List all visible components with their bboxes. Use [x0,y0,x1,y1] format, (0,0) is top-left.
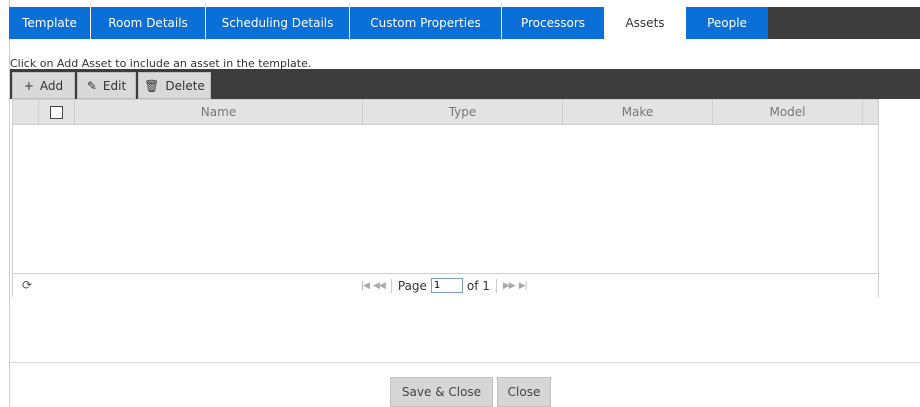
pager-separator [495,278,497,293]
tab-custom-properties[interactable]: Custom Properties [350,7,502,39]
column-header-type[interactable]: Type [363,100,563,124]
trash-icon: 🗑 [144,78,160,93]
select-all-checkbox[interactable] [50,105,63,119]
grid-pager: ⟳ |◀ ◀◀ Page of 1 ▶▶ ▶| [13,273,878,297]
header-spacer [13,100,39,124]
page-label: Page [397,278,427,293]
column-header-make[interactable]: Make [563,100,713,124]
add-label: Add [39,78,64,93]
tab-bar: Template Room Details Scheduling Details… [9,7,920,39]
asset-toolbar: + Add ✎ Edit 🗑 Delete [10,69,920,99]
edit-button[interactable]: ✎ Edit [77,72,136,99]
save-close-label: Save & Close [401,385,482,399]
column-header-model[interactable]: Model [713,100,863,124]
add-button[interactable]: + Add [12,72,75,99]
assets-grid: Name Type Make Model ⟳ |◀ ◀◀ Page of 1 ▶… [12,99,879,297]
prev-page-icon[interactable]: ◀◀ [373,281,386,291]
tab-label: Assets [625,16,665,30]
tab-template[interactable]: Template [9,7,91,39]
select-all-cell [39,100,75,124]
column-header-name[interactable]: Name [75,100,363,124]
tab-processors[interactable]: Processors [502,7,605,39]
footer-divider [10,362,920,363]
pager-separator [390,278,392,293]
pencil-icon: ✎ [86,78,97,93]
tab-label: People [707,16,747,30]
tab-label: Custom Properties [370,16,481,30]
tab-room-details[interactable]: Room Details [91,7,206,39]
page-number-input[interactable] [430,278,463,293]
tab-label: Template [22,16,77,30]
tab-label: Room Details [108,16,188,30]
tab-label: Scheduling Details [221,16,334,30]
tab-assets[interactable]: Assets [605,7,686,39]
grid-header: Name Type Make Model [13,100,878,125]
tab-label: Processors [520,16,586,30]
save-close-button[interactable]: Save & Close [390,377,493,407]
refresh-icon[interactable]: ⟳ [22,278,32,292]
first-page-icon[interactable]: |◀ [361,281,370,291]
pager-controls: |◀ ◀◀ Page of 1 ▶▶ ▶| [361,276,528,295]
tab-scheduling-details[interactable]: Scheduling Details [206,7,350,39]
close-label: Close [507,385,541,399]
plus-icon: + [23,78,34,93]
delete-button[interactable]: 🗑 Delete [138,72,211,99]
close-button[interactable]: Close [497,377,551,407]
tab-people[interactable]: People [686,7,768,39]
delete-label: Delete [165,78,205,93]
edit-label: Edit [102,78,127,93]
page-count-label: of 1 [466,278,490,293]
next-page-icon[interactable]: ▶▶ [503,281,516,291]
last-page-icon[interactable]: ▶| [519,281,528,291]
